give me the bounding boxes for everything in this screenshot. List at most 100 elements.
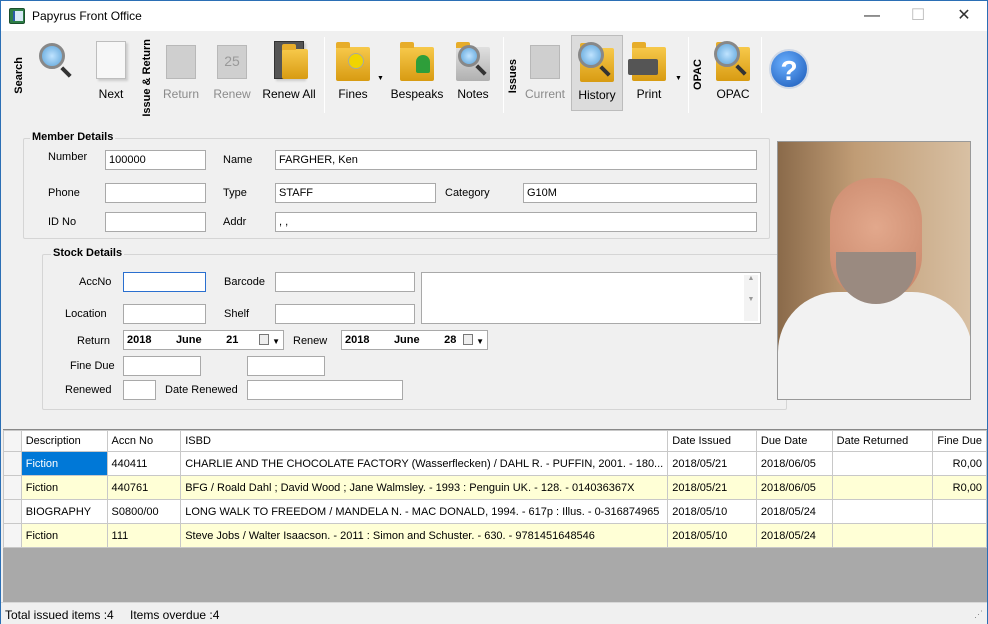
renew-date-picker[interactable]: 2018 June 28 ▼ bbox=[341, 330, 488, 350]
current-icon bbox=[530, 45, 560, 79]
notes-magnifier-icon bbox=[458, 45, 480, 67]
next-button[interactable]: Next bbox=[83, 35, 139, 111]
current-button[interactable]: Current bbox=[517, 35, 573, 111]
fine-due-secondary-field[interactable] bbox=[247, 356, 325, 376]
barcode-label: Barcode bbox=[224, 276, 265, 288]
calendar-icon[interactable]: ▼ bbox=[463, 334, 484, 346]
column-header-fine-due[interactable]: Fine Due bbox=[932, 430, 987, 452]
minimize-button[interactable]: — bbox=[849, 1, 895, 31]
location-label: Location bbox=[65, 308, 107, 320]
return-date-picker[interactable]: 2018 June 21 ▼ bbox=[123, 330, 284, 350]
printer-icon bbox=[628, 59, 658, 75]
date-renewed-label: Date Renewed bbox=[165, 384, 238, 396]
resize-grip-icon[interactable]: ⋰ bbox=[974, 609, 983, 620]
title-bar: Papyrus Front Office — ☐ ✕ bbox=[1, 1, 987, 31]
member-photo bbox=[777, 141, 971, 400]
total-issued-status: Total issued items :4 bbox=[5, 608, 114, 622]
opac-search-icon bbox=[714, 41, 740, 67]
accno-field[interactable] bbox=[123, 272, 206, 292]
category-field[interactable]: G10M bbox=[523, 183, 757, 203]
stock-details-title: Stock Details bbox=[51, 247, 125, 259]
column-header-description[interactable]: Description bbox=[20, 430, 108, 452]
table-header-row: Description Accn No ISBD Date Issued Due… bbox=[3, 430, 987, 452]
next-icon bbox=[96, 41, 126, 79]
category-label: Category bbox=[445, 187, 490, 199]
fine-due-label: Fine Due bbox=[70, 360, 115, 372]
shelf-label: Shelf bbox=[224, 308, 250, 320]
renew-button[interactable]: 25 Renew bbox=[204, 35, 260, 111]
column-header-accn-no[interactable]: Accn No bbox=[106, 430, 182, 452]
phone-field[interactable] bbox=[105, 183, 206, 203]
column-header-date-issued[interactable]: Date Issued bbox=[667, 430, 757, 452]
barcode-field[interactable] bbox=[275, 272, 415, 292]
member-details-title: Member Details bbox=[30, 131, 116, 143]
accno-label: AccNo bbox=[79, 276, 112, 288]
help-button[interactable]: ? bbox=[765, 35, 813, 111]
items-overdue-status: Items overdue :4 bbox=[130, 608, 220, 622]
table-row[interactable]: Fiction 440761 BFG / Roald Dahl ; David … bbox=[3, 475, 987, 500]
type-field[interactable]: STAFF bbox=[275, 183, 436, 203]
renew-all-button[interactable]: Renew All bbox=[259, 35, 319, 111]
coin-icon bbox=[348, 53, 364, 69]
help-icon: ? bbox=[769, 49, 809, 89]
name-label: Name bbox=[223, 154, 253, 166]
addr-field[interactable]: , , bbox=[275, 212, 757, 232]
fines-dropdown-icon[interactable]: ▼ bbox=[377, 75, 384, 82]
return-label: Return bbox=[77, 335, 111, 347]
name-field[interactable]: FARGHER, Ken bbox=[275, 150, 757, 170]
calendar-icon[interactable]: ▼ bbox=[259, 334, 280, 346]
close-button[interactable]: ✕ bbox=[941, 1, 987, 31]
issued-items-grid: Description Accn No ISBD Date Issued Due… bbox=[3, 429, 987, 602]
search-icon bbox=[39, 43, 65, 69]
fine-due-field[interactable] bbox=[123, 356, 201, 376]
table-row[interactable]: BIOGRAPHY S0800/00 LONG WALK TO FREEDOM … bbox=[3, 499, 987, 524]
shelf-field[interactable] bbox=[275, 304, 415, 324]
notes-button[interactable]: Notes bbox=[445, 35, 501, 111]
column-header-due-date[interactable]: Due Date bbox=[755, 430, 833, 452]
addr-label: Addr bbox=[223, 216, 247, 228]
id-no-label: ID No bbox=[48, 216, 77, 228]
return-icon bbox=[166, 45, 196, 79]
column-header-isbd[interactable]: ISBD bbox=[180, 430, 669, 452]
window-title: Papyrus Front Office bbox=[32, 9, 142, 23]
print-dropdown-icon[interactable]: ▼ bbox=[675, 75, 682, 82]
row-header[interactable] bbox=[3, 523, 22, 548]
row-header[interactable] bbox=[3, 451, 22, 476]
row-header[interactable] bbox=[3, 499, 22, 524]
phone-label: Phone bbox=[48, 187, 80, 199]
opac-button[interactable]: OPAC bbox=[705, 35, 761, 111]
calendar-icon: 25 bbox=[217, 45, 247, 79]
main-window: Papyrus Front Office — ☐ ✕ Search Next I… bbox=[0, 0, 988, 624]
renewed-field[interactable] bbox=[123, 380, 156, 400]
history-search-icon bbox=[578, 42, 604, 68]
history-button[interactable]: History bbox=[571, 35, 623, 111]
renewed-label: Renewed bbox=[65, 384, 112, 396]
return-button[interactable]: Return bbox=[153, 35, 209, 111]
issue-return-group-label: Issue & Return bbox=[141, 39, 153, 117]
search-button[interactable] bbox=[25, 35, 83, 111]
photo-shirt bbox=[778, 292, 970, 399]
stock-notes-textarea[interactable] bbox=[421, 272, 761, 324]
renew-label: Renew bbox=[293, 335, 328, 347]
number-label: Number bbox=[48, 151, 88, 163]
column-header-date-returned[interactable]: Date Returned bbox=[831, 430, 934, 452]
fines-button[interactable]: Fines ▼ bbox=[327, 35, 384, 111]
row-header-corner bbox=[3, 430, 22, 452]
location-field[interactable] bbox=[123, 304, 206, 324]
type-label: Type bbox=[223, 187, 247, 199]
print-button[interactable]: Print ▼ bbox=[623, 35, 682, 111]
table-row[interactable]: Fiction 111 Steve Jobs / Walter Isaacson… bbox=[3, 523, 987, 548]
maximize-button[interactable]: ☐ bbox=[895, 1, 941, 31]
toolbar: Search Next Issue & Return Return 25 Ren… bbox=[1, 31, 987, 117]
folder-icon bbox=[282, 44, 308, 79]
row-header[interactable] bbox=[3, 475, 22, 500]
notes-scrollbar[interactable]: ▲ ▼ bbox=[744, 275, 758, 321]
bespeaks-button[interactable]: Bespeaks bbox=[389, 35, 445, 111]
table-row[interactable]: Fiction 440411 CHARLIE AND THE CHOCOLATE… bbox=[3, 451, 987, 476]
id-no-field[interactable] bbox=[105, 212, 206, 232]
number-field[interactable]: 100000 bbox=[105, 150, 206, 170]
people-icon bbox=[416, 55, 430, 73]
date-renewed-field[interactable] bbox=[247, 380, 403, 400]
app-icon bbox=[9, 8, 25, 24]
search-group-label: Search bbox=[13, 57, 25, 94]
